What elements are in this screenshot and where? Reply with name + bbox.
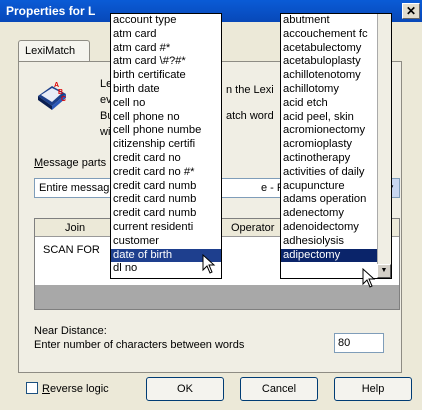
grid-header-operator[interactable]: Operator bbox=[231, 222, 274, 234]
list-item[interactable]: acid peel, skin bbox=[281, 111, 377, 125]
list-item[interactable]: birth date bbox=[111, 83, 221, 97]
list-item[interactable]: actinotherapy bbox=[281, 152, 377, 166]
near-distance-label: Near Distance: bbox=[34, 325, 107, 337]
list-item[interactable]: achillotomy bbox=[281, 83, 377, 97]
list-item[interactable]: credit card numb bbox=[111, 207, 221, 221]
svg-text:C: C bbox=[61, 96, 66, 103]
close-button[interactable]: ✕ bbox=[402, 3, 420, 19]
cancel-button[interactable]: Cancel bbox=[240, 377, 318, 401]
list-item[interactable]: acetabuloplasty bbox=[281, 55, 377, 69]
list-item[interactable]: credit card numb bbox=[111, 180, 221, 194]
tab-label: LexiMatch bbox=[25, 45, 76, 57]
mouse-pointer-icon bbox=[202, 254, 216, 274]
grid-header-join[interactable]: Join bbox=[65, 222, 85, 234]
list-item[interactable]: cell no bbox=[111, 97, 221, 111]
list-item[interactable]: adams operation bbox=[281, 193, 377, 207]
list-item[interactable]: adenectomy bbox=[281, 207, 377, 221]
list-item[interactable]: credit card numb bbox=[111, 193, 221, 207]
list-item[interactable]: acromioplasty bbox=[281, 138, 377, 152]
procedure-list[interactable]: abutment accouchement fc acetabulectomy ace… bbox=[280, 13, 392, 279]
list-item[interactable]: current residenti bbox=[111, 221, 221, 235]
list-item[interactable]: acupuncture bbox=[281, 180, 377, 194]
list-item[interactable]: abutment bbox=[281, 14, 377, 28]
message-parts-value: Entire messag bbox=[39, 182, 110, 194]
ok-button[interactable]: OK bbox=[146, 377, 224, 401]
list-item[interactable]: acetabulectomy bbox=[281, 42, 377, 56]
list-item[interactable]: cell phone no bbox=[111, 111, 221, 125]
list-item[interactable]: credit card no #* bbox=[111, 166, 221, 180]
list-item[interactable]: credit card no bbox=[111, 152, 221, 166]
list-item[interactable]: citizenship certifi bbox=[111, 138, 221, 152]
mouse-pointer-icon bbox=[362, 268, 376, 288]
grid-cell-join[interactable]: SCAN FOR bbox=[43, 244, 100, 256]
list-item[interactable]: activities of daily bbox=[281, 166, 377, 180]
list-item[interactable]: acromionectomy bbox=[281, 124, 377, 138]
help-button[interactable]: Help bbox=[334, 377, 412, 401]
message-parts-label: Message parts bbox=[34, 157, 107, 169]
list-item[interactable]: atm card \#?#* bbox=[111, 55, 221, 69]
list-item[interactable]: customer bbox=[111, 235, 221, 249]
list-item[interactable]: adhesiolysis bbox=[281, 235, 377, 249]
near-distance-input[interactable]: 80 bbox=[334, 333, 384, 353]
list-item[interactable]: atm card #* bbox=[111, 42, 221, 56]
svg-text:A: A bbox=[54, 82, 59, 89]
list-item[interactable]: account type bbox=[111, 14, 221, 28]
list-item[interactable]: adenoidectomy bbox=[281, 221, 377, 235]
dictionary-book-icon: A B C bbox=[38, 82, 66, 110]
description-line-1-tail: n the Lexi bbox=[226, 84, 274, 96]
scroll-down-arrow-icon[interactable]: ▼ bbox=[377, 264, 391, 278]
list-item[interactable]: atm card bbox=[111, 28, 221, 42]
svg-text:B: B bbox=[58, 89, 63, 96]
list-item[interactable]: adipectomy bbox=[281, 248, 377, 263]
grid-empty-row[interactable] bbox=[35, 285, 399, 309]
description-line-3-tail: atch word bbox=[226, 110, 274, 122]
list-item[interactable]: achillotenotomy bbox=[281, 69, 377, 83]
window-title: Properties for L bbox=[6, 4, 96, 18]
list-item[interactable]: birth certificate bbox=[111, 69, 221, 83]
list-scrollbar[interactable]: ▼ bbox=[377, 14, 391, 278]
list-item[interactable]: acid etch bbox=[281, 97, 377, 111]
tab-leximatch[interactable]: LexiMatch bbox=[18, 40, 90, 62]
list-item[interactable]: cell phone numbe bbox=[111, 124, 221, 138]
description-line-4: wi bbox=[100, 126, 111, 138]
list-item[interactable]: accouchement fc bbox=[281, 28, 377, 42]
near-distance-hint: Enter number of characters between words bbox=[34, 339, 245, 351]
reverse-logic-checkbox[interactable]: Reverse logic bbox=[26, 382, 109, 395]
procedure-items: abutment accouchement fc acetabulectomy ace… bbox=[281, 14, 391, 263]
checkbox-box[interactable] bbox=[26, 382, 38, 394]
field-name-list[interactable]: account type atm card atm card #* atm card … bbox=[110, 13, 222, 279]
field-name-items: account type atm card atm card #* atm card … bbox=[111, 14, 221, 276]
